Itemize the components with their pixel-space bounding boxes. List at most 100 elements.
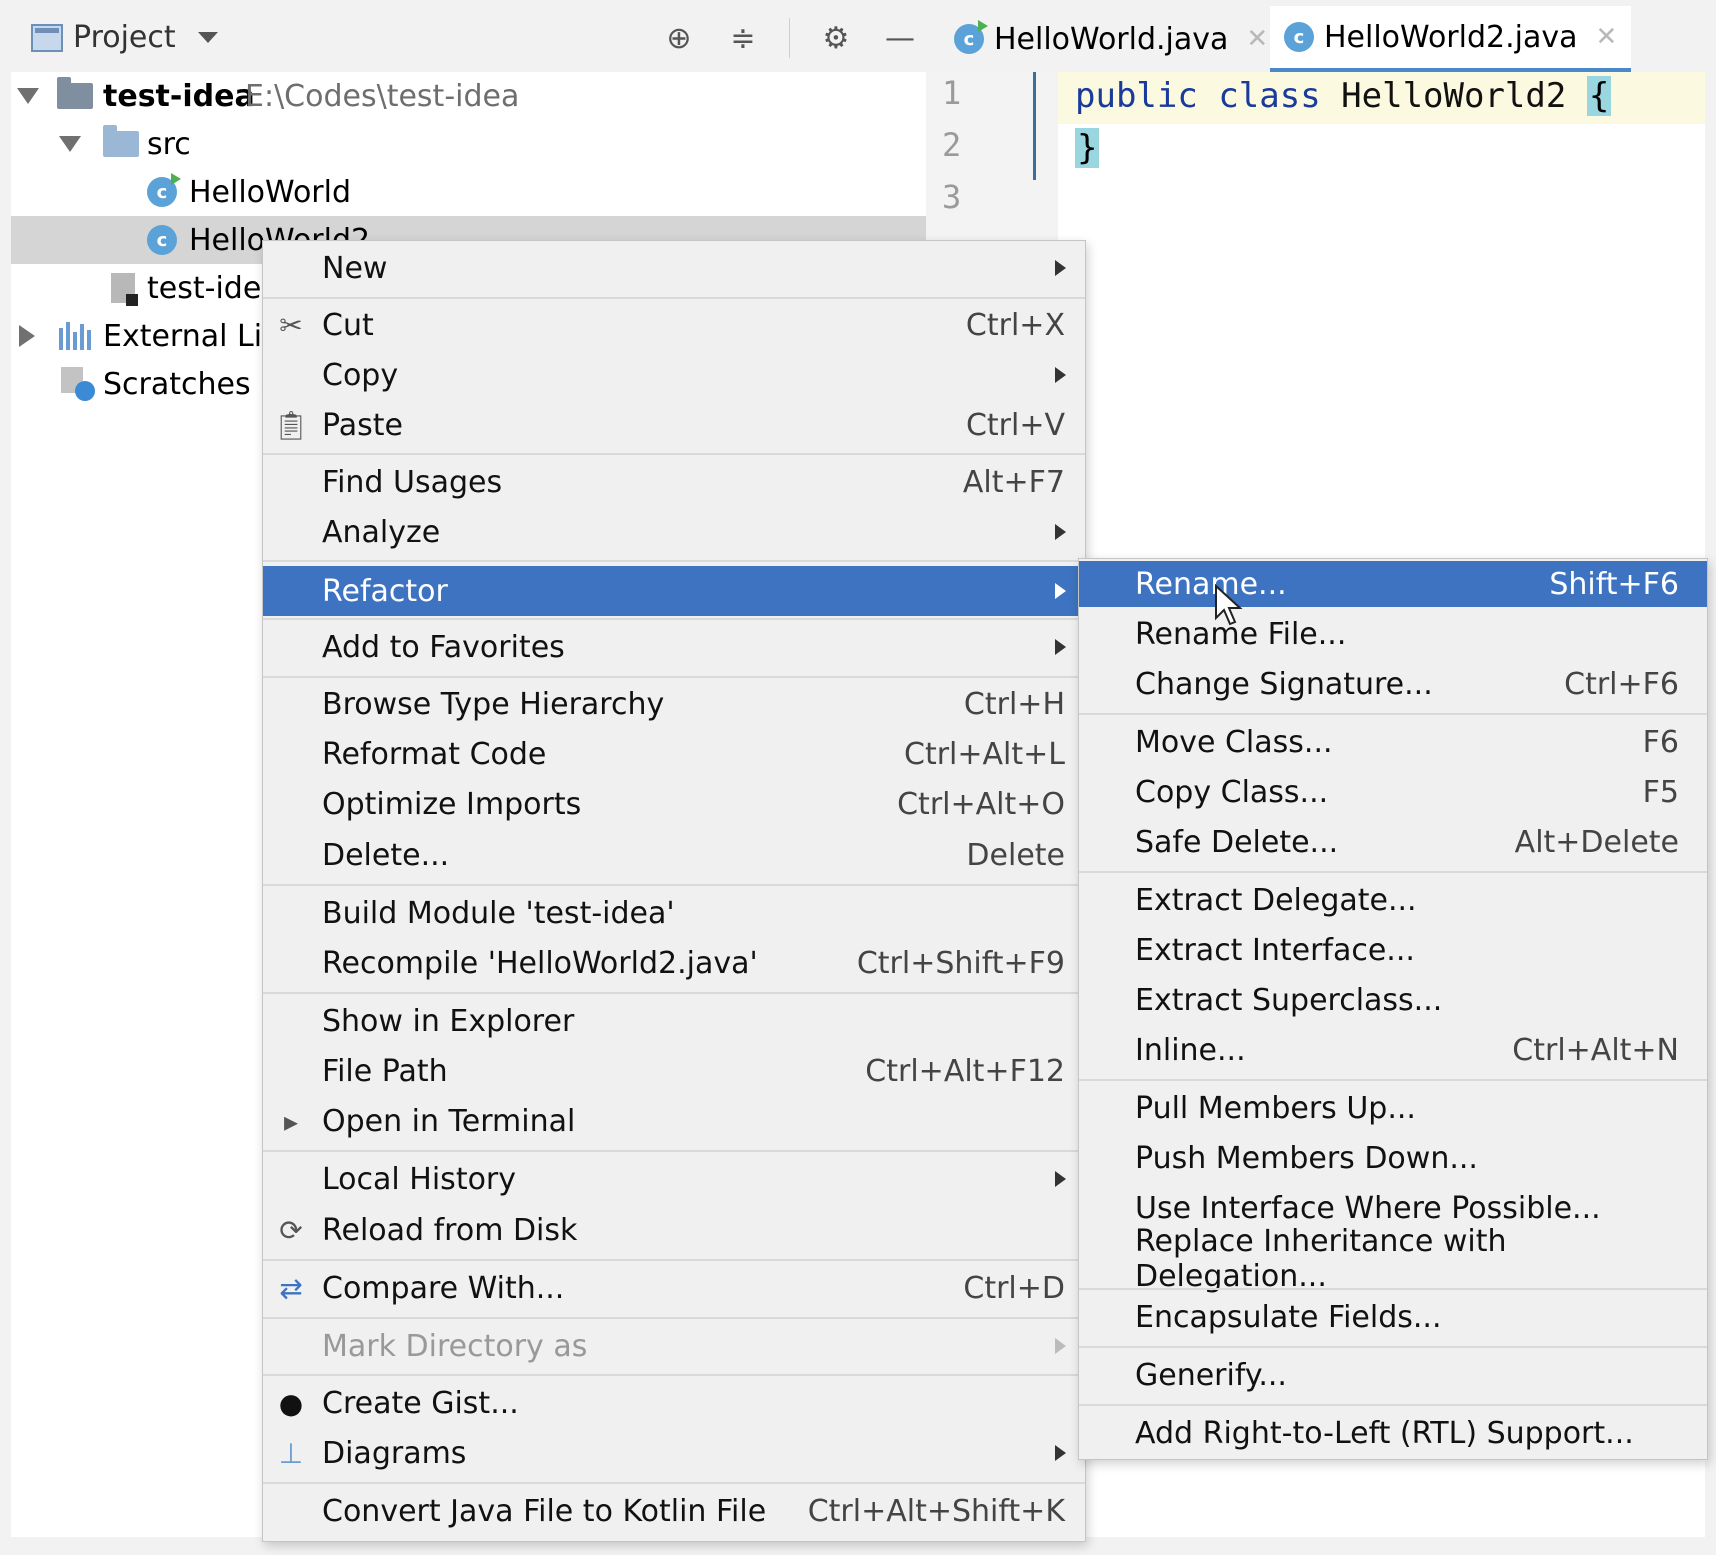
- menu-item-shortcut: Ctrl+F6: [1564, 666, 1679, 702]
- submenu-item-push-members-down[interactable]: Push Members Down...: [1079, 1135, 1707, 1181]
- menu-item-label: Generify...: [1135, 1357, 1287, 1393]
- expand-arrow-icon[interactable]: [59, 136, 81, 152]
- code-line-2: }: [1075, 128, 1100, 168]
- submenu-item-rename[interactable]: Rename... Shift+F6: [1079, 561, 1707, 607]
- menu-item-diagrams[interactable]: ⊥ Diagrams: [263, 1430, 1085, 1476]
- submenu-item-extract-superclass[interactable]: Extract Superclass...: [1079, 977, 1707, 1023]
- submenu-arrow-icon: [1055, 1171, 1066, 1187]
- menu-item-find-usages[interactable]: Find Usages Alt+F7: [263, 459, 1085, 505]
- menu-item-create-gist[interactable]: ● Create Gist...: [263, 1380, 1085, 1426]
- submenu-item-move-class[interactable]: Move Class... F6: [1079, 719, 1707, 765]
- menu-item-file-path[interactable]: File Path Ctrl+Alt+F12: [263, 1048, 1085, 1094]
- submenu-arrow-icon: [1055, 1338, 1066, 1354]
- menu-item-add-to-favorites[interactable]: Add to Favorites: [263, 624, 1085, 670]
- submenu-item-rename-file[interactable]: Rename File...: [1079, 611, 1707, 657]
- menu-item-paste[interactable]: 📋︎ Paste Ctrl+V: [263, 402, 1085, 448]
- close-icon[interactable]: ✕: [1246, 24, 1268, 54]
- tree-item-src[interactable]: src: [11, 120, 926, 168]
- submenu-arrow-icon: [1055, 367, 1066, 383]
- toolbar-divider: [789, 18, 790, 58]
- brace-open: {: [1586, 76, 1612, 116]
- menu-item-browse-type-hierarchy[interactable]: Browse Type Hierarchy Ctrl+H: [263, 681, 1085, 727]
- project-title: Project: [73, 20, 176, 55]
- tree-item-helloworld[interactable]: c HelloWorld: [11, 168, 926, 216]
- submenu-item-safe-delete[interactable]: Safe Delete... Alt+Delete: [1079, 819, 1707, 865]
- menu-separator: [1079, 713, 1707, 715]
- menu-item-label: Copy Class...: [1135, 774, 1329, 810]
- submenu-item-extract-delegate[interactable]: Extract Delegate...: [1079, 877, 1707, 923]
- menu-item-optimize-imports[interactable]: Optimize Imports Ctrl+Alt+O: [263, 781, 1085, 827]
- tab-helloworld[interactable]: c HelloWorld.java ✕: [940, 6, 1282, 72]
- menu-separator: [1079, 1079, 1707, 1081]
- menu-item-show-in-explorer[interactable]: Show in Explorer: [263, 998, 1085, 1044]
- menu-item-copy[interactable]: Copy: [263, 352, 1085, 398]
- submenu-item-add-rtl-support[interactable]: Add Right-to-Left (RTL) Support...: [1079, 1410, 1707, 1456]
- menu-item-label: Rename...: [1135, 566, 1287, 602]
- menu-item-label: Create Gist...: [322, 1385, 519, 1421]
- menu-item-label: Extract Delegate...: [1135, 882, 1417, 918]
- menu-item-mark-directory-as: Mark Directory as: [263, 1323, 1085, 1369]
- menu-item-reload-from-disk[interactable]: ⟳ Reload from Disk: [263, 1207, 1085, 1253]
- diagram-icon: ⊥: [278, 1436, 304, 1470]
- menu-item-local-history[interactable]: Local History: [263, 1156, 1085, 1202]
- menu-item-label: Delete...: [322, 837, 450, 873]
- tree-item-label: Scratches a: [103, 366, 279, 402]
- menu-item-label: Show in Explorer: [322, 1003, 575, 1039]
- submenu-item-replace-inheritance[interactable]: Replace Inheritance with Delegation...: [1079, 1224, 1707, 1294]
- tab-label: HelloWorld2.java: [1324, 19, 1578, 55]
- line-number: 2: [942, 126, 962, 164]
- menu-item-shortcut: Ctrl+Alt+Shift+K: [807, 1493, 1065, 1529]
- project-view-selector[interactable]: Project: [31, 20, 218, 55]
- menu-item-open-in-terminal[interactable]: ▸ Open in Terminal: [263, 1098, 1085, 1144]
- keyword: class: [1218, 76, 1321, 116]
- submenu-item-pull-members-up[interactable]: Pull Members Up...: [1079, 1085, 1707, 1131]
- menu-item-shortcut: F6: [1642, 724, 1679, 760]
- menu-separator: [1079, 871, 1707, 873]
- menu-item-refactor[interactable]: Refactor: [263, 566, 1085, 616]
- gear-icon[interactable]: ⚙: [818, 20, 854, 56]
- menu-item-label: Recompile 'HelloWorld2.java': [322, 945, 758, 981]
- menu-item-convert-to-kotlin[interactable]: Convert Java File to Kotlin File Ctrl+Al…: [263, 1488, 1085, 1534]
- menu-separator: [263, 1482, 1085, 1484]
- submenu-item-generify[interactable]: Generify...: [1079, 1352, 1707, 1398]
- code-line-1: public class HelloWorld2 {: [1075, 76, 1612, 116]
- submenu-arrow-icon: [1055, 639, 1066, 655]
- minimize-icon[interactable]: —: [882, 20, 918, 56]
- close-icon[interactable]: ✕: [1596, 22, 1618, 52]
- menu-item-shortcut: Ctrl+Alt+F12: [865, 1053, 1065, 1089]
- module-folder-icon: [57, 77, 93, 109]
- submenu-item-encapsulate-fields[interactable]: Encapsulate Fields...: [1079, 1294, 1707, 1340]
- scissors-icon: ✂: [279, 308, 303, 342]
- context-menu: New ✂ Cut Ctrl+X Copy 📋︎ Paste Ctrl+V Fi…: [262, 240, 1086, 1542]
- locate-icon[interactable]: ⊕: [661, 20, 697, 56]
- menu-item-reformat-code[interactable]: Reformat Code Ctrl+Alt+L: [263, 731, 1085, 777]
- menu-item-cut[interactable]: ✂ Cut Ctrl+X: [263, 302, 1085, 348]
- submenu-item-change-signature[interactable]: Change Signature... Ctrl+F6: [1079, 661, 1707, 707]
- tree-item-project-root[interactable]: test-idea E:\Codes\test-idea: [11, 72, 926, 120]
- tab-helloworld2[interactable]: c HelloWorld2.java ✕: [1270, 6, 1632, 72]
- fold-marker: [1033, 72, 1036, 180]
- submenu-item-extract-interface[interactable]: Extract Interface...: [1079, 927, 1707, 973]
- expand-arrow-icon[interactable]: [19, 325, 35, 347]
- java-class-icon: c: [147, 225, 177, 255]
- menu-item-build-module[interactable]: Build Module 'test-idea': [263, 890, 1085, 936]
- expand-arrow-icon[interactable]: [17, 88, 39, 104]
- submenu-item-inline[interactable]: Inline... Ctrl+Alt+N: [1079, 1027, 1707, 1073]
- menu-separator: [1079, 1404, 1707, 1406]
- submenu-arrow-icon: [1055, 260, 1066, 276]
- source-folder-icon: [103, 125, 139, 157]
- chevron-down-icon: [197, 32, 218, 43]
- project-toolbar: ⊕ ≑ ⚙ —: [661, 18, 918, 58]
- menu-item-label: Build Module 'test-idea': [322, 895, 675, 931]
- menu-item-label: Find Usages: [322, 464, 503, 500]
- menu-item-recompile[interactable]: Recompile 'HelloWorld2.java' Ctrl+Shift+…: [263, 940, 1085, 986]
- menu-item-new[interactable]: New: [263, 245, 1085, 291]
- menu-item-analyze[interactable]: Analyze: [263, 509, 1085, 555]
- menu-item-delete[interactable]: Delete... Delete: [263, 832, 1085, 878]
- line-number: 1: [942, 74, 962, 112]
- menu-separator: [263, 453, 1085, 455]
- menu-item-shortcut: Ctrl+V: [965, 407, 1065, 443]
- menu-item-compare-with[interactable]: ⇄ Compare With... Ctrl+D: [263, 1265, 1085, 1311]
- submenu-item-copy-class[interactable]: Copy Class... F5: [1079, 769, 1707, 815]
- collapse-all-icon[interactable]: ≑: [725, 20, 761, 56]
